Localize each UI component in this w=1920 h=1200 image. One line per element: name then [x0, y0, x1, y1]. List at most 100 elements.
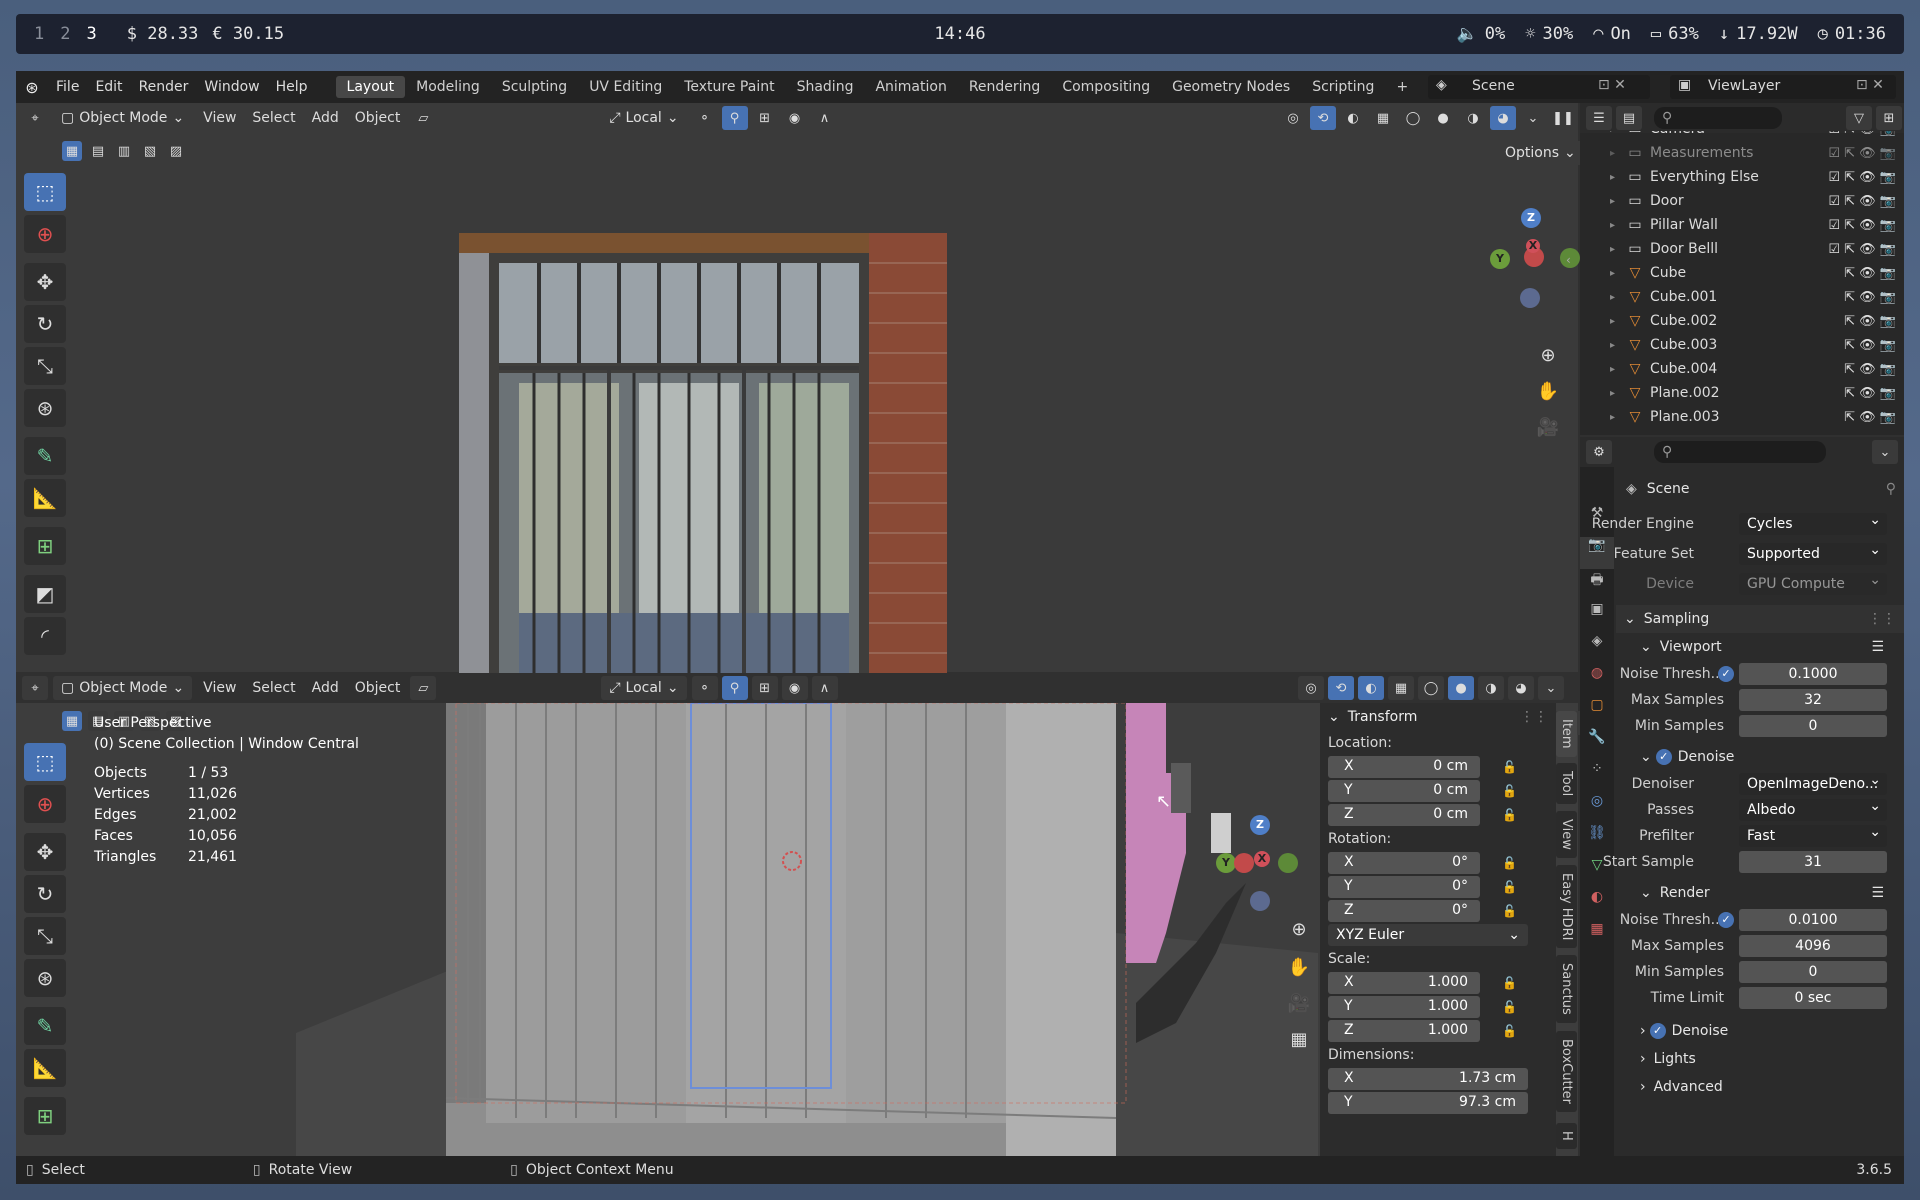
tab-shading[interactable]: Shading [786, 76, 865, 98]
tab-h[interactable]: H [1556, 1123, 1577, 1149]
visibility-icon-2[interactable]: ◎ [1298, 676, 1324, 700]
render-tab-icon[interactable]: 📷 [1580, 537, 1614, 569]
z-neg-axis-icon-2[interactable] [1250, 891, 1270, 911]
expand-arrow-icon[interactable]: ▸ [1610, 364, 1624, 375]
pivot-icon[interactable]: ⚬ [691, 106, 718, 130]
move-tool-icon[interactable]: ✥ [24, 263, 66, 301]
expand-arrow-icon[interactable]: ▸ [1610, 292, 1624, 303]
xray-icon-2[interactable]: ▦ [1388, 676, 1414, 700]
outliner-item[interactable]: ▸ ▭ Pillar Wall ☑ ⇱ 👁 📷 [1580, 213, 1904, 237]
render-noise-field[interactable]: 0.0100 [1739, 909, 1887, 931]
volume-indicator[interactable]: 🔈 0% [1457, 24, 1506, 44]
tab-rendering[interactable]: Rendering [958, 76, 1052, 98]
falloff-icon-2[interactable]: ∧ [811, 676, 838, 700]
cursor-tool-icon-2[interactable]: ⊕ [24, 785, 66, 823]
gizmo-icon[interactable]: ⟲ [1310, 106, 1336, 130]
tab-uv-editing[interactable]: UV Editing [578, 76, 673, 98]
expand-arrow-icon[interactable]: ▸ [1610, 340, 1624, 351]
x-neg-axis-icon-2[interactable] [1234, 853, 1254, 873]
snap-icon-2[interactable]: ⚲ [721, 676, 748, 700]
constraints-tab-icon[interactable]: ⛓ [1580, 825, 1614, 857]
tab-geometry-nodes[interactable]: Geometry Nodes [1161, 76, 1301, 98]
filter-icon[interactable]: ▽ [1846, 106, 1872, 130]
navigation-gizmo-bottom[interactable]: Z Y X [1208, 813, 1308, 913]
snap-grid-icon[interactable]: ⊞ [751, 106, 778, 130]
tab-texture-paint[interactable]: Texture Paint [673, 76, 785, 98]
visibility-controls[interactable]: ⇱ 👁 📷 [1844, 314, 1896, 329]
outliner-item[interactable]: ▸ ▽ Plane.002 ⇱ 👁 📷 [1580, 381, 1904, 405]
x-axis-icon-2[interactable]: X [1254, 851, 1270, 867]
menu-select-2[interactable]: Select [244, 680, 303, 696]
workspace-3[interactable]: 3 [87, 24, 97, 44]
camera-view-icon[interactable]: 🎥 [1534, 413, 1562, 441]
tab-sanctus[interactable]: Sanctus [1556, 955, 1577, 1023]
outliner-search-input[interactable]: ⚲ [1654, 107, 1782, 129]
lock-icon[interactable]: 🔓 [1502, 880, 1517, 894]
options-button[interactable]: Options ⌄ [1497, 141, 1584, 165]
x-axis-icon[interactable]: X [1526, 239, 1540, 253]
render-subpanel-header[interactable]: ⌄ Render ☰ [1616, 879, 1904, 907]
passes-dropdown[interactable]: Albedo [1739, 795, 1887, 821]
menu-render[interactable]: Render [131, 79, 197, 95]
outliner-item[interactable]: ▸▽Plane.004⇱ 👁 📷 [1580, 429, 1904, 431]
object-tab-icon[interactable]: ▢ [1580, 697, 1614, 729]
render-max-samples-field[interactable]: 4096 [1739, 935, 1887, 957]
zoom-icon-2[interactable]: ⊕ [1285, 915, 1313, 943]
hardops-tool-icon[interactable]: ◜ [24, 617, 66, 655]
viewport-bottom[interactable]: ⌖ ▢ Object Mode ⌄ View Select Add Object ▱… [16, 673, 1584, 1156]
boxcutter-tool-icon[interactable]: ◩ [24, 575, 66, 613]
rotation-mode-dropdown[interactable]: XYZ Euler ⌄ [1320, 923, 1556, 947]
lock-icon[interactable]: 🔓 [1502, 856, 1517, 870]
menu-object-2[interactable]: Object [347, 680, 409, 696]
overlay-icon-2[interactable]: ◐ [1358, 676, 1384, 700]
tab-animation[interactable]: Animation [864, 76, 957, 98]
solid-shading-icon[interactable]: ● [1430, 106, 1456, 130]
physics-tab-icon[interactable]: ◎ [1580, 793, 1614, 825]
visibility-controls[interactable]: ⇱ 👁 📷 [1844, 386, 1896, 401]
world-tab-icon[interactable]: ◍ [1580, 665, 1614, 697]
viewport-top[interactable]: ⌖ ▢ Object Mode ⌄ View Select Add Object ▱… [16, 103, 1584, 771]
advanced-subpanel-header[interactable]: › Advanced [1616, 1073, 1904, 1101]
presets-list-icon-2[interactable]: ☰ [1871, 885, 1884, 901]
material-shading-icon[interactable]: ◑ [1460, 106, 1486, 130]
sidebar-toggle-icon[interactable]: ‹ [1566, 253, 1571, 267]
visibility-controls[interactable]: ☑ ⇱ 👁 📷 [1828, 194, 1896, 209]
visibility-controls[interactable]: ⇱ 👁 📷 [1844, 338, 1896, 353]
pivot-icon-2[interactable]: ⚬ [691, 676, 718, 700]
snap-icon[interactable]: ⚲ [721, 106, 748, 130]
render-denoise-header[interactable]: › ✓ Denoise [1616, 1017, 1904, 1045]
visibility-controls[interactable]: ⇱ 👁 📷 [1844, 266, 1896, 281]
workspace-2[interactable]: 2 [60, 24, 70, 44]
visibility-controls[interactable]: ☑ ⇱ 👁 📷 [1828, 242, 1896, 257]
menu-select[interactable]: Select [244, 110, 303, 126]
snap-grid-icon-2[interactable]: ⊞ [751, 676, 778, 700]
sampling-panel-header[interactable]: ⌄ Sampling ⋮⋮ [1616, 605, 1904, 633]
move-tool-icon-2[interactable]: ✥ [24, 833, 66, 871]
tab-boxcutter[interactable]: BoxCutter [1556, 1031, 1577, 1113]
presets-list-icon[interactable]: ☰ [1871, 639, 1884, 655]
outliner-item[interactable]: ▸ ▽ Cube.002 ⇱ 👁 📷 [1580, 309, 1904, 333]
menu-help[interactable]: Help [268, 79, 316, 95]
viewport-max-samples-field[interactable]: 32 [1739, 689, 1887, 711]
menu-file[interactable]: File [48, 79, 87, 95]
transform-orientation-dropdown[interactable]: ⤢ Local ⌄ [601, 106, 687, 130]
tab-compositing[interactable]: Compositing [1051, 76, 1161, 98]
y-axis-icon-2[interactable]: Y [1216, 853, 1236, 873]
workspace-1[interactable]: 1 [34, 24, 44, 44]
select-extend-icon[interactable]: ▤ [88, 141, 108, 161]
shading-options-icon-2[interactable]: ⌄ [1538, 676, 1564, 700]
checkbox-checked-icon[interactable]: ✓ [1718, 666, 1734, 682]
scale-tool-icon[interactable]: ⤡ [24, 347, 66, 385]
tab-view[interactable]: View [1556, 811, 1577, 858]
outliner-item[interactable]: ▸ ▭ Door Belll ☑ ⇱ 👁 📷 [1580, 237, 1904, 261]
render-min-samples-field[interactable]: 0 [1739, 961, 1887, 983]
expand-arrow-icon[interactable]: ▸ [1610, 412, 1624, 423]
expand-arrow-icon[interactable]: ▸ [1610, 316, 1624, 327]
properties-search-input[interactable]: ⚲ [1654, 441, 1826, 463]
view-layer-tab-icon[interactable]: ▣ [1580, 601, 1614, 633]
pan-hand-icon[interactable]: ✋ [1534, 377, 1562, 405]
pin-icon[interactable]: ⊡ ✕ [1598, 77, 1626, 93]
transform-orientation-dropdown-2[interactable]: ⤢ Local ⌄ [601, 676, 687, 700]
material-tab-icon[interactable]: ◐ [1580, 889, 1614, 921]
pin-icon[interactable]: ⚲ [1886, 481, 1896, 497]
